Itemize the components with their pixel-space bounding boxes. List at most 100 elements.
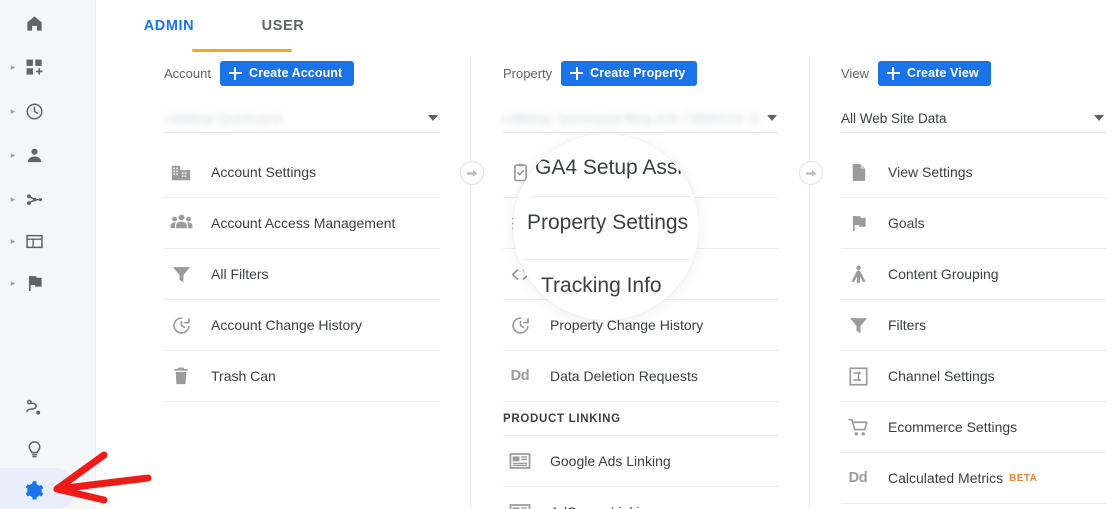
view-label: View bbox=[841, 65, 869, 81]
create-view-label: Create View bbox=[906, 66, 979, 80]
magnified-row-2-label: Tracking Info bbox=[541, 274, 662, 297]
menu-row-label: Account Change History bbox=[211, 317, 362, 333]
adslink-icon bbox=[503, 450, 537, 472]
menu-row[interactable]: All Filters bbox=[164, 249, 440, 300]
chevron-right-icon: ▸ bbox=[10, 149, 16, 160]
view-selected-value: All Web Site Data bbox=[841, 110, 947, 126]
property-selector[interactable]: Littlebay Quicksand Blog (UA-73660219-1) bbox=[503, 104, 779, 133]
copy-to-property-button[interactable] bbox=[460, 161, 484, 185]
rail-item-conversions[interactable]: ▸ bbox=[0, 262, 96, 304]
menu-row[interactable]: Ecommerce Settings bbox=[841, 402, 1106, 453]
magnified-row-1-label: Property Settings bbox=[527, 211, 689, 234]
menu-row[interactable]: Dd Calculated Metrics BETA bbox=[841, 453, 1106, 504]
copy-to-view-button[interactable] bbox=[799, 161, 823, 185]
gear-icon bbox=[20, 475, 48, 503]
dd-icon: Dd bbox=[848, 470, 868, 486]
rail-item-discover[interactable] bbox=[0, 386, 96, 428]
flag-icon bbox=[841, 214, 875, 233]
tab-admin[interactable]: ADMIN bbox=[120, 0, 218, 52]
menu-row-label: Channel Settings bbox=[888, 368, 995, 384]
create-property-label: Create Property bbox=[590, 66, 686, 80]
grouping-icon bbox=[841, 264, 875, 285]
menu-row[interactable]: Goals bbox=[841, 198, 1106, 249]
rail-item-behavior[interactable]: ▸ bbox=[0, 220, 96, 262]
magnified-row-0: GA4 Setup Assistant bbox=[513, 148, 699, 188]
history-icon bbox=[503, 315, 537, 336]
menu-row[interactable]: Trash Can bbox=[164, 351, 440, 402]
trash-icon bbox=[164, 366, 198, 386]
menu-row[interactable]: Account Access Management bbox=[164, 198, 440, 249]
account-column: Account Create Account Littlebay Quicksa… bbox=[164, 52, 454, 509]
plus-icon bbox=[886, 66, 900, 80]
create-account-label: Create Account bbox=[248, 66, 343, 80]
adslink-icon bbox=[503, 501, 537, 509]
chevron-down-icon bbox=[767, 115, 777, 121]
magnified-row-2: Tracking Info bbox=[513, 266, 699, 306]
rail-item-realtime[interactable]: ▸ bbox=[0, 90, 96, 132]
property-column-header: Property Create Property bbox=[503, 52, 698, 94]
rail-item-home[interactable] bbox=[0, 2, 96, 44]
menu-row[interactable]: Channel Settings bbox=[841, 351, 1106, 402]
magnifier-overlay: GA4 Setup Assistant Property Settings Tr… bbox=[513, 134, 699, 320]
magnified-row-0-label: GA4 Setup Assistant bbox=[535, 156, 699, 179]
menu-row-label: Calculated Metrics bbox=[888, 470, 1004, 486]
magnifier-divider-0 bbox=[531, 196, 691, 197]
beta-badge: BETA bbox=[1009, 472, 1038, 484]
menu-row-label: All Filters bbox=[211, 266, 269, 282]
menu-row[interactable]: View Settings bbox=[841, 147, 1106, 198]
view-selector[interactable]: All Web Site Data bbox=[841, 104, 1106, 133]
rail-item-customization[interactable]: ▸ bbox=[0, 46, 96, 88]
tab-admin-label: ADMIN bbox=[143, 18, 195, 34]
analytics-admin-screen: ▸ ▸ ▸ ▸ ▸ ▸ ADMIN USER Account Create Account… bbox=[0, 0, 1116, 509]
discover-icon bbox=[20, 393, 48, 421]
view-column-header: View Create View bbox=[841, 52, 991, 94]
menu-row[interactable]: Account Change History bbox=[164, 300, 440, 351]
window-icon bbox=[20, 227, 48, 255]
product-linking-section-header: PRODUCT LINKING bbox=[503, 402, 779, 436]
history-icon bbox=[164, 315, 198, 336]
view-column: View Create View All Web Site Data View … bbox=[841, 52, 1116, 509]
chevron-right-icon: ▸ bbox=[10, 193, 16, 204]
menu-row-label: Data Deletion Requests bbox=[550, 368, 698, 384]
home-icon bbox=[20, 9, 48, 37]
chevron-right-icon: ▸ bbox=[10, 105, 16, 116]
tab-user[interactable]: USER bbox=[240, 0, 326, 52]
building-icon bbox=[164, 161, 198, 183]
account-selector[interactable]: Littlebay Quicksand bbox=[164, 104, 440, 133]
account-column-header: Account Create Account bbox=[164, 52, 355, 94]
menu-row-label: Trash Can bbox=[211, 368, 276, 384]
view-menu-list: View Settings Goals Content Grouping Filter… bbox=[841, 147, 1106, 504]
document-icon bbox=[841, 162, 875, 183]
chevron-right-icon: ▸ bbox=[10, 277, 16, 288]
menu-row-label: AdSense Linking bbox=[550, 504, 655, 509]
rail-item-insights[interactable] bbox=[0, 428, 96, 470]
dd-icon: Dd bbox=[503, 368, 537, 384]
funnel-icon bbox=[841, 315, 875, 336]
create-property-button[interactable]: Create Property bbox=[561, 60, 698, 86]
divider-property-view bbox=[809, 56, 810, 509]
plus-icon bbox=[570, 66, 584, 80]
share-icon bbox=[20, 185, 48, 213]
funnel-icon bbox=[164, 264, 198, 285]
menu-row[interactable]: Dd Data Deletion Requests bbox=[503, 351, 779, 402]
rail-item-admin[interactable] bbox=[0, 468, 96, 509]
create-view-button[interactable]: Create View bbox=[877, 60, 991, 86]
property-label: Property bbox=[503, 65, 553, 81]
menu-row-label: Goals bbox=[888, 215, 925, 231]
menu-row[interactable]: Filters bbox=[841, 300, 1106, 351]
rail-item-audience[interactable]: ▸ bbox=[0, 134, 96, 176]
rail-item-acquisition[interactable]: ▸ bbox=[0, 178, 96, 220]
menu-row[interactable]: AdSense Linking bbox=[503, 487, 779, 509]
menu-row[interactable]: Google Ads Linking bbox=[503, 436, 779, 487]
account-selected-value: Littlebay Quicksand bbox=[164, 110, 282, 126]
menu-row[interactable]: Content Grouping bbox=[841, 249, 1106, 300]
magnified-row-1: Property Settings bbox=[513, 203, 699, 243]
person-icon bbox=[20, 141, 48, 169]
menu-row-label: View Settings bbox=[888, 164, 973, 180]
account-menu-list: Account Settings Account Access Managemen… bbox=[164, 147, 440, 402]
divider-account-property bbox=[470, 56, 471, 509]
create-account-button[interactable]: Create Account bbox=[219, 60, 355, 86]
menu-row[interactable]: Account Settings bbox=[164, 147, 440, 198]
customization-icon bbox=[20, 53, 48, 81]
flag-icon bbox=[20, 269, 48, 297]
